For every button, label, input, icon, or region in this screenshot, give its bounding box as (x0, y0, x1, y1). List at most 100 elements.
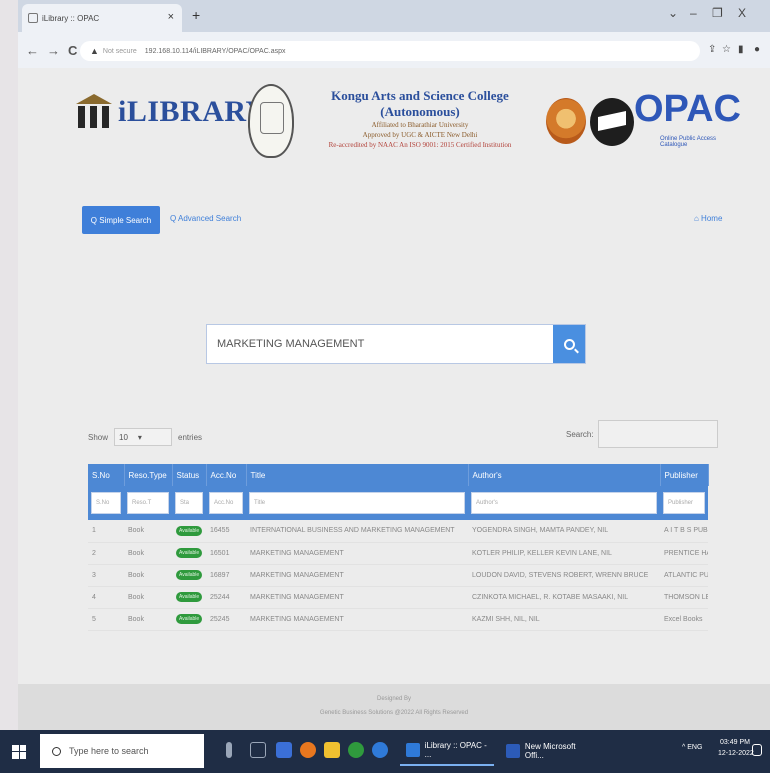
entries-label: entries (178, 432, 203, 442)
extension-icon[interactable]: ▮ (738, 44, 744, 55)
cell-sno: 2 (88, 542, 124, 565)
table-search-input[interactable] (598, 420, 718, 448)
security-shield-icon[interactable] (276, 742, 292, 758)
taskbar-app-opac[interactable]: iLibrary :: OPAC - ... (400, 736, 494, 766)
new-tab-button[interactable]: + (192, 7, 200, 23)
footer-copyright: Genetic Business Solutions @2022 All Rig… (319, 710, 469, 716)
cell-title[interactable]: MARKETING MANAGEMENT (246, 542, 468, 565)
cell-accno: 16455 (206, 520, 246, 543)
page-content: iLIBRARY Kongu Arts and Science College … (18, 68, 770, 730)
table-search-label: Search: (566, 430, 594, 439)
college-name: Kongu Arts and Science College (Autonomo… (331, 88, 509, 119)
search-button[interactable] (553, 325, 585, 363)
table-row[interactable]: 1 Book Available 16455 INTERNATIONAL BUS… (88, 520, 708, 543)
filter-author[interactable]: Author's (471, 492, 657, 514)
filter-publisher[interactable]: Publisher (663, 492, 705, 514)
cell-status: Available (172, 542, 206, 565)
cell-author: LOUDON DAVID, STEVENS ROBERT, WRENN BRUC… (468, 564, 660, 587)
share-icon[interactable]: ⇪ (708, 44, 716, 55)
cell-publisher: ATLANTIC PUB (660, 564, 708, 587)
filter-sno[interactable]: S.No (91, 492, 121, 514)
minimize-button[interactable]: – (690, 6, 697, 20)
cell-sno: 3 (88, 564, 124, 587)
opac-subtitle: Online Public Access Catalogue (660, 136, 717, 148)
microphone-icon[interactable] (226, 742, 232, 758)
browser-tab-strip: iLibrary :: OPAC × + ⌄ – ❐ X (18, 0, 770, 32)
filter-title[interactable]: Title (249, 492, 465, 514)
site-header: iLIBRARY Kongu Arts and Science College … (74, 78, 741, 196)
ilibrary-logo[interactable]: iLIBRARY (74, 92, 268, 132)
tab-close-icon[interactable]: × (168, 11, 174, 23)
cell-title[interactable]: INTERNATIONAL BUSINESS AND MARKETING MAN… (246, 520, 468, 543)
col-title[interactable]: Title (246, 464, 469, 486)
taskbar-app-office-label: New Microsoft Offi... (524, 742, 576, 760)
notification-icon[interactable] (752, 744, 762, 756)
maximize-button[interactable]: ❐ (712, 6, 723, 20)
col-author[interactable]: Author's (468, 464, 661, 486)
address-bar[interactable]: ▲ Not secure 192.168.10.114/iLIBRARY/OPA… (80, 41, 700, 61)
status-badge: Available (176, 614, 203, 624)
tab-title: iLibrary :: OPAC (42, 13, 100, 23)
col-type[interactable]: Reso.Type (124, 464, 173, 486)
reload-icon[interactable]: C (68, 43, 77, 58)
search-input[interactable] (207, 325, 553, 363)
windows-start-icon[interactable] (12, 744, 26, 759)
file-explorer-icon[interactable] (324, 742, 340, 758)
taskbar-app-office[interactable]: New Microsoft Offi... (500, 736, 596, 766)
windows-taskbar: Type here to search iLibrary :: OPAC - .… (0, 730, 770, 773)
results-table: S.No Reso.Type Status Acc.No Title Autho… (88, 464, 709, 631)
status-badge: Available (176, 570, 203, 580)
entries-select[interactable]: 10 ▾ (114, 428, 173, 446)
close-window-button[interactable]: X (738, 6, 746, 20)
filter-accno[interactable]: Acc.No (209, 492, 243, 514)
forward-arrow-icon[interactable]: → (47, 43, 60, 58)
taskbar-search[interactable]: Type here to search (40, 734, 204, 768)
tab-search-icon[interactable]: ⌄ (668, 6, 678, 20)
edge-icon[interactable] (372, 742, 388, 758)
table-row[interactable]: 4 Book Available 25244 MARKETING MANAGEM… (88, 586, 708, 609)
cell-accno: 25245 (206, 608, 246, 631)
cell-sno: 5 (88, 608, 124, 631)
col-publisher[interactable]: Publisher (660, 464, 709, 486)
advanced-search-link[interactable]: Q Advanced Search (170, 214, 241, 223)
table-row[interactable]: 2 Book Available 16501 MARKETING MANAGEM… (88, 542, 708, 565)
taskbar-search-placeholder: Type here to search (69, 746, 149, 756)
cell-publisher: A I T B S PUB (660, 520, 708, 543)
cell-author: KOTLER PHILIP, KELLER KEVIN LANE, NIL (468, 542, 660, 565)
bookmark-star-icon[interactable]: ☆ (722, 44, 731, 55)
system-tray[interactable]: ^ ENG (682, 744, 702, 751)
approval-text: Approved by UGC & AICTE New Delhi (362, 131, 478, 139)
filter-status[interactable]: Sta (175, 492, 203, 514)
col-status[interactable]: Status (172, 464, 207, 486)
table-row[interactable]: 5 Book Available 25245 MARKETING MANAGEM… (88, 608, 708, 631)
college-info: Kongu Arts and Science College (Autonomo… (300, 88, 540, 150)
cell-title[interactable]: MARKETING MANAGEMENT (246, 564, 468, 587)
cell-status: Available (172, 608, 206, 631)
col-sno[interactable]: S.No (88, 464, 125, 486)
address-toolbar: ← → C ▲ Not secure 192.168.10.114/iLIBRA… (18, 32, 770, 68)
cell-title[interactable]: MARKETING MANAGEMENT (246, 608, 468, 631)
clock-date[interactable]: 12-12-2022 (718, 750, 754, 757)
cell-status: Available (172, 586, 206, 609)
cell-accno: 25244 (206, 586, 246, 609)
clock-time[interactable]: 03:49 PM (720, 739, 750, 746)
home-link[interactable]: ⌂ Home (694, 214, 722, 223)
firefox-icon[interactable] (300, 742, 316, 758)
cell-author: KAZMI SHH, NIL, NIL (468, 608, 660, 631)
cell-status: Available (172, 520, 206, 543)
browser-tab[interactable]: iLibrary :: OPAC × (22, 4, 182, 32)
filter-row: S.No Reso.T Sta Acc.No Title Author's Pu… (88, 486, 708, 520)
task-view-icon[interactable] (250, 742, 266, 758)
cortana-icon (52, 746, 61, 756)
cell-publisher: THOMSON LE (660, 586, 708, 609)
word-app-icon (506, 744, 520, 758)
simple-search-button[interactable]: Q Simple Search (82, 206, 160, 234)
col-accno[interactable]: Acc.No (206, 464, 247, 486)
profile-icon[interactable]: ● (754, 44, 760, 55)
cell-title[interactable]: MARKETING MANAGEMENT (246, 586, 468, 609)
filter-type[interactable]: Reso.T (127, 492, 169, 514)
cell-accno: 16501 (206, 542, 246, 565)
back-arrow-icon[interactable]: ← (26, 43, 39, 58)
chrome-icon[interactable] (348, 742, 364, 758)
table-row[interactable]: 3 Book Available 16897 MARKETING MANAGEM… (88, 564, 708, 587)
